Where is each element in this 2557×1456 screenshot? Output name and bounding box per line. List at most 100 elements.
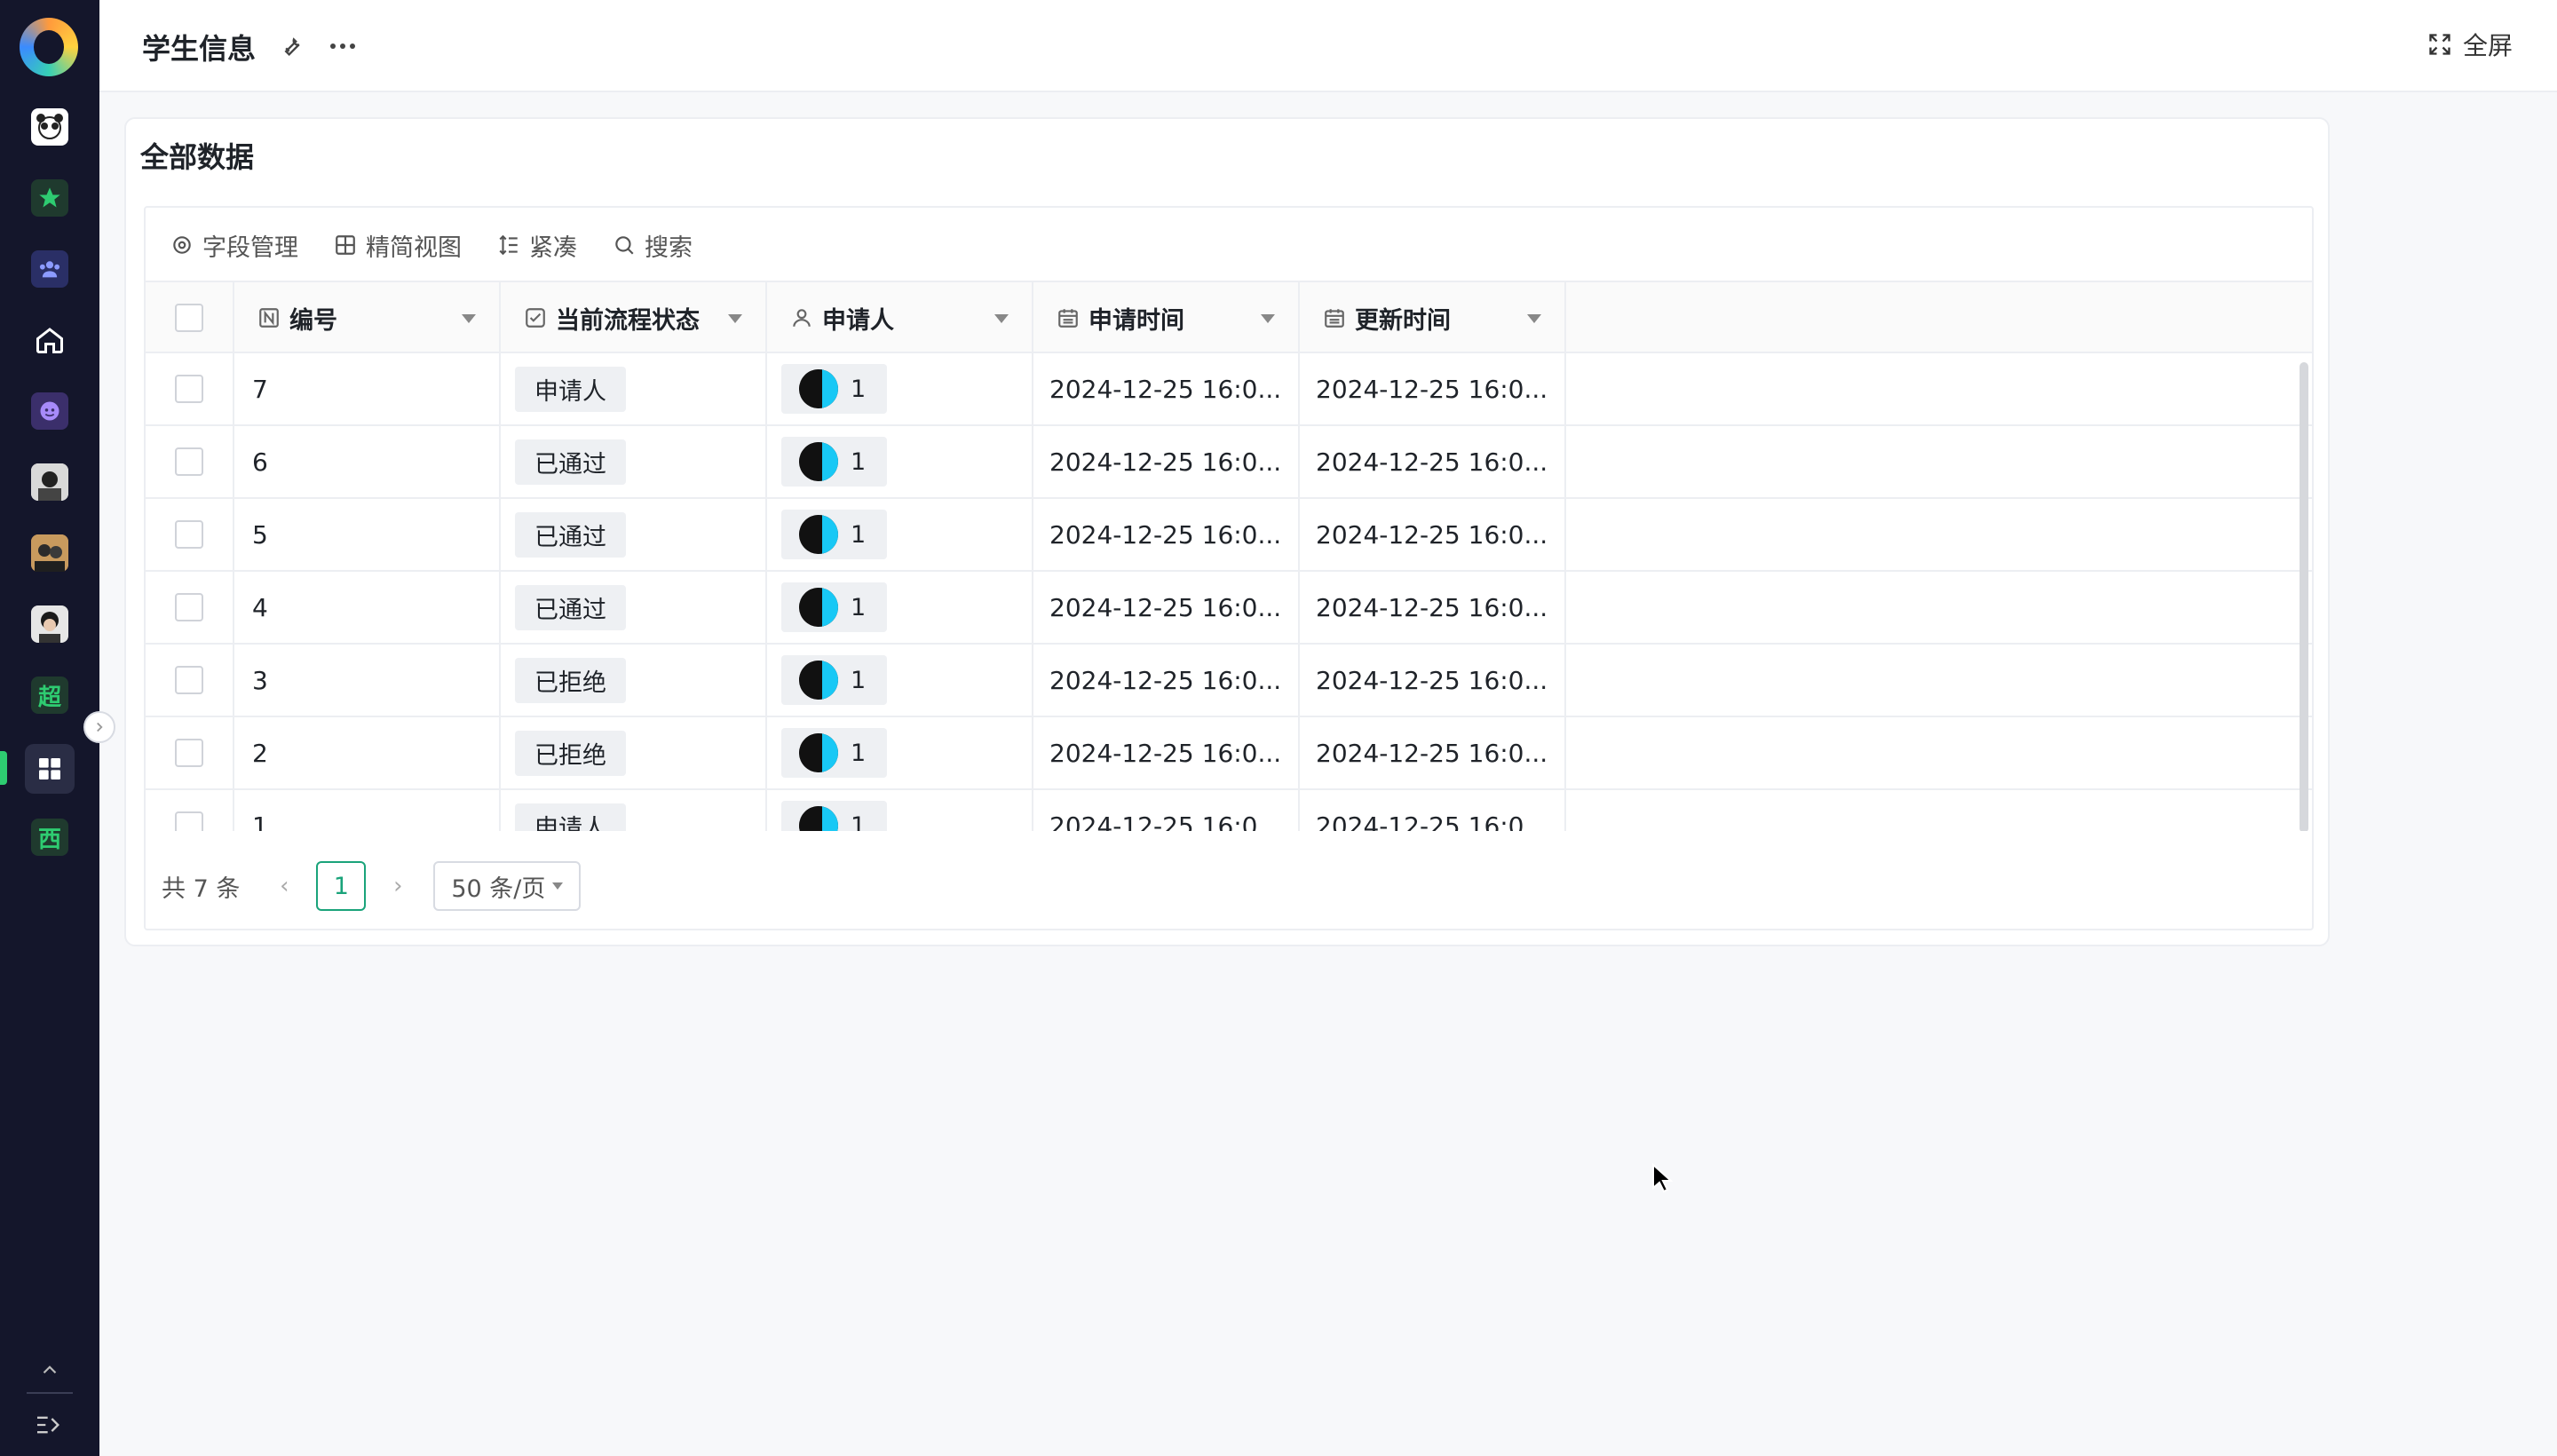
select-all-checkbox[interactable] [175,304,203,332]
column-menu-icon[interactable] [1261,314,1275,323]
grid-app-icon[interactable] [31,750,68,787]
row-checkbox[interactable] [175,520,203,549]
expand-menu-icon[interactable] [31,1406,68,1444]
table-scrollbar[interactable] [2300,362,2308,831]
update-time-cell[interactable]: 2024-12-25 16:0... [1300,645,1566,716]
apply-time-cell[interactable]: 2024-12-25 16:0... [1033,572,1300,643]
status-cell[interactable]: 已拒绝 [501,645,767,716]
home-icon[interactable] [31,321,68,359]
photo-app-3-icon[interactable] [31,605,68,643]
applicant-cell[interactable]: 1 [767,572,1033,643]
more-icon[interactable] [327,30,359,62]
search-button[interactable]: 搜索 [613,228,693,263]
logo-icon[interactable] [20,18,78,76]
row-checkbox[interactable] [175,375,203,403]
xi-app-icon[interactable]: 西 [31,819,68,856]
apply-time-cell[interactable]: 2024-12-25 16:0... [1033,717,1300,788]
apply-time-cell[interactable]: 2024-12-25 16:0... [1033,645,1300,716]
column-header-status[interactable]: 当前流程状态 [501,282,767,353]
update-time-cell[interactable]: 2024-12-25 16:0... [1300,426,1566,497]
panda-avatar-app-icon[interactable] [31,108,68,146]
field-management-button[interactable]: 字段管理 [170,228,298,263]
applicant-chip[interactable]: 1 [781,510,888,559]
status-cell[interactable]: 已拒绝 [501,717,767,788]
applicant-cell[interactable]: 1 [767,717,1033,788]
table-row[interactable]: 7 申请人 1 2024-12-25 16:0... 2024-12-25 16:0..… [146,353,2312,426]
row-checkbox[interactable] [175,666,203,694]
id-cell[interactable]: 2 [234,717,501,788]
applicant-chip[interactable]: 1 [781,801,888,831]
bot-app-icon[interactable] [31,392,68,430]
apply-time-cell[interactable]: 2024-12-25 16:0... [1033,790,1300,831]
update-time-cell[interactable]: 2024-12-25 16:0... [1300,353,1566,424]
column-menu-icon[interactable] [1527,314,1541,323]
photo-app-2-icon[interactable] [31,534,68,572]
page-size-select[interactable]: 50 条/页 [433,861,582,911]
wrench-icon[interactable] [275,30,307,62]
id-cell[interactable]: 3 [234,645,501,716]
next-page-icon[interactable]: › [380,873,416,899]
table-row[interactable]: 6 已通过 1 2024-12-25 16:0... 2024-12-25 16:0..… [146,426,2312,499]
star-app-icon[interactable] [31,179,68,217]
update-time-cell[interactable]: 2024-12-25 16:0... [1300,790,1566,831]
column-header-applicant[interactable]: 申请人 [767,282,1033,353]
simple-view-button[interactable]: 精简视图 [334,228,462,263]
status-cell[interactable]: 申请人 [501,353,767,424]
page-1-button[interactable]: 1 [316,861,367,911]
id-cell[interactable]: 1 [234,790,501,831]
row-select-cell[interactable] [146,572,234,643]
apply-time-cell[interactable]: 2024-12-25 16:0... [1033,353,1300,424]
row-select-cell[interactable] [146,790,234,831]
table-row[interactable]: 5 已通过 1 2024-12-25 16:0... 2024-12-25 16:0..… [146,499,2312,572]
row-select-cell[interactable] [146,499,234,570]
chevron-up-icon[interactable] [31,1351,68,1389]
status-cell[interactable]: 已通过 [501,572,767,643]
column-header-id[interactable]: 编号 [234,282,501,353]
row-select-cell[interactable] [146,717,234,788]
column-header-apply-time[interactable]: 申请时间 [1033,282,1300,353]
apply-time-cell[interactable]: 2024-12-25 16:0... [1033,499,1300,570]
row-checkbox[interactable] [175,447,203,476]
team-app-icon[interactable] [31,250,68,288]
sidebar-collapse-toggle[interactable] [83,711,115,743]
row-checkbox[interactable] [175,593,203,621]
row-select-cell[interactable] [146,645,234,716]
row-checkbox[interactable] [175,739,203,767]
row-checkbox[interactable] [175,811,203,831]
column-menu-icon[interactable] [728,314,742,323]
update-time-cell[interactable]: 2024-12-25 16:0... [1300,717,1566,788]
update-time-cell[interactable]: 2024-12-25 16:0... [1300,499,1566,570]
column-menu-icon[interactable] [462,314,476,323]
chao-app-icon[interactable]: 超 [31,677,68,714]
applicant-chip[interactable]: 1 [781,364,888,414]
id-cell[interactable]: 5 [234,499,501,570]
applicant-cell[interactable]: 1 [767,499,1033,570]
applicant-chip[interactable]: 1 [781,582,888,632]
table-row[interactable]: 4 已通过 1 2024-12-25 16:0... 2024-12-25 16:0..… [146,572,2312,645]
id-cell[interactable]: 4 [234,572,501,643]
applicant-cell[interactable]: 1 [767,645,1033,716]
row-select-cell[interactable] [146,426,234,497]
compact-button[interactable]: 紧凑 [497,228,577,263]
id-cell[interactable]: 6 [234,426,501,497]
applicant-chip[interactable]: 1 [781,437,888,487]
status-cell[interactable]: 已通过 [501,426,767,497]
table-row[interactable]: 1 申请人 1 2024-12-25 16:0... 2024-12-25 16:0..… [146,790,2312,831]
applicant-chip[interactable]: 1 [781,655,888,705]
applicant-cell[interactable]: 1 [767,790,1033,831]
column-header-update-time[interactable]: 更新时间 [1300,282,1566,353]
applicant-cell[interactable]: 1 [767,353,1033,424]
table-row[interactable]: 3 已拒绝 1 2024-12-25 16:0... 2024-12-25 16:0..… [146,645,2312,717]
status-cell[interactable]: 已通过 [501,499,767,570]
apply-time-cell[interactable]: 2024-12-25 16:0... [1033,426,1300,497]
update-time-cell[interactable]: 2024-12-25 16:0... [1300,572,1566,643]
photo-app-1-icon[interactable] [31,463,68,501]
row-select-cell[interactable] [146,353,234,424]
applicant-cell[interactable]: 1 [767,426,1033,497]
table-row[interactable]: 2 已拒绝 1 2024-12-25 16:0... 2024-12-25 16:0..… [146,717,2312,790]
applicant-chip[interactable]: 1 [781,728,888,778]
status-cell[interactable]: 申请人 [501,790,767,831]
column-menu-icon[interactable] [994,314,1009,323]
id-cell[interactable]: 7 [234,353,501,424]
fullscreen-button[interactable]: 全屏 [2427,27,2513,62]
